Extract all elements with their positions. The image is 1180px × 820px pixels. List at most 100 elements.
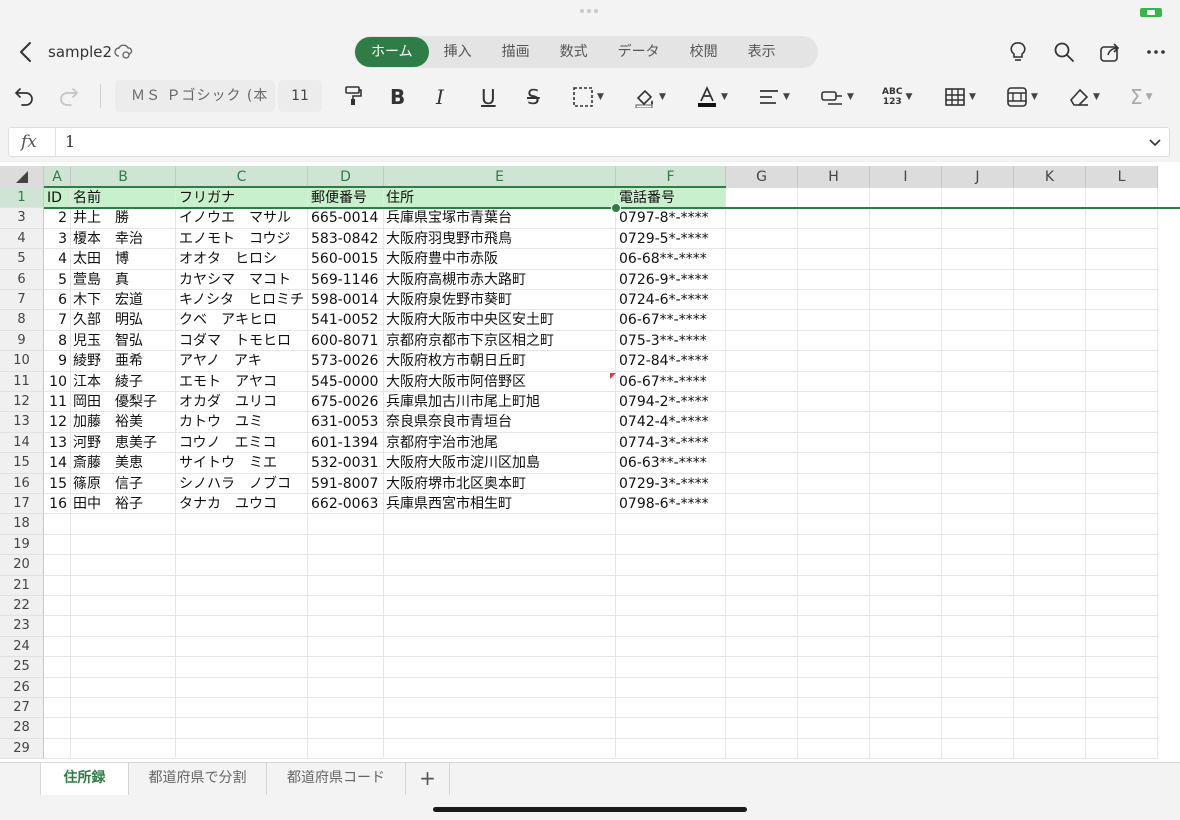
table-cell[interactable]: 6 [44, 290, 71, 311]
column-header-k[interactable]: K [1014, 166, 1086, 188]
table-cell[interactable] [1086, 636, 1158, 658]
table-cell[interactable] [1014, 228, 1086, 250]
table-cell[interactable] [798, 738, 870, 760]
row-header[interactable]: 27 [0, 698, 44, 719]
table-cell[interactable] [942, 392, 1014, 413]
table-cell[interactable]: 0742-4*-**** [616, 412, 726, 433]
cloud-sync-icon[interactable] [114, 42, 134, 62]
table-cell[interactable]: アヤノ アキ [176, 351, 308, 372]
table-cell[interactable]: 兵庫県宝塚市青葉台 [384, 208, 616, 229]
header-cell[interactable] [870, 188, 942, 209]
table-cell[interactable] [870, 473, 942, 494]
column-header-b[interactable]: B [71, 166, 176, 188]
table-cell[interactable]: 15 [44, 473, 71, 494]
table-cell[interactable] [726, 494, 798, 515]
table-cell[interactable] [44, 514, 71, 535]
table-cell[interactable] [1014, 596, 1086, 617]
table-cell[interactable] [176, 596, 308, 617]
format-painter-icon[interactable] [341, 84, 365, 108]
header-cell[interactable]: 電話番号 [616, 188, 726, 209]
table-cell[interactable] [942, 575, 1014, 596]
table-cell[interactable]: 12 [44, 412, 71, 433]
table-cell[interactable] [870, 249, 942, 270]
table-cell[interactable]: 13 [44, 432, 71, 454]
row-header[interactable]: 4 [0, 228, 44, 250]
home-indicator[interactable] [433, 807, 747, 812]
table-cell[interactable] [616, 698, 726, 719]
table-cell[interactable] [870, 494, 942, 515]
table-cell[interactable] [71, 555, 176, 576]
table-cell[interactable]: 奈良県奈良市青垣台 [384, 412, 616, 433]
table-cell[interactable] [176, 718, 308, 739]
table-cell[interactable]: イノウエ マサル [176, 208, 308, 229]
row-header[interactable]: 6 [0, 269, 44, 290]
table-cell[interactable] [726, 677, 798, 698]
expand-chevron-icon[interactable] [1147, 134, 1163, 150]
table-cell[interactable] [942, 555, 1014, 576]
table-cell[interactable] [798, 534, 870, 556]
table-cell[interactable]: 06-67**-**** [616, 310, 726, 331]
table-cell[interactable] [870, 718, 942, 739]
column-header-c[interactable]: C [176, 166, 308, 188]
table-cell[interactable] [308, 677, 384, 698]
table-cell[interactable] [726, 555, 798, 576]
header-cell[interactable] [798, 188, 870, 209]
table-cell[interactable] [942, 534, 1014, 556]
table-cell[interactable] [44, 555, 71, 576]
table-cell[interactable]: 木下 宏道 [71, 290, 176, 311]
table-cell[interactable]: 0798-6*-**** [616, 494, 726, 515]
table-cell[interactable] [870, 677, 942, 698]
redo-icon[interactable] [57, 84, 81, 108]
table-cell[interactable] [616, 616, 726, 637]
row-header[interactable]: 26 [0, 677, 44, 698]
table-cell[interactable] [384, 718, 616, 739]
table-cell[interactable] [1014, 412, 1086, 433]
bold-button[interactable]: B [390, 83, 405, 111]
table-cell[interactable] [726, 657, 798, 678]
table-cell[interactable] [1086, 473, 1158, 494]
table-cell[interactable] [798, 432, 870, 454]
back-chevron-icon[interactable] [14, 40, 38, 64]
table-cell[interactable] [1086, 677, 1158, 698]
table-cell[interactable] [942, 514, 1014, 535]
table-cell[interactable] [870, 616, 942, 637]
table-cell[interactable] [1014, 698, 1086, 719]
table-cell[interactable]: オカダ ユリコ [176, 392, 308, 413]
table-cell[interactable] [1086, 698, 1158, 719]
table-cell[interactable] [1086, 208, 1158, 229]
table-cell[interactable] [44, 616, 71, 637]
table-cell[interactable] [71, 575, 176, 596]
table-cell[interactable]: 8 [44, 330, 71, 352]
table-cell[interactable] [798, 698, 870, 719]
table-cell[interactable] [1014, 392, 1086, 413]
table-cell[interactable] [942, 616, 1014, 637]
table-cell[interactable] [870, 738, 942, 760]
table-cell[interactable]: 591-8007 [308, 473, 384, 494]
table-cell[interactable]: 綾野 亜希 [71, 351, 176, 372]
table-cell[interactable] [1014, 657, 1086, 678]
table-cell[interactable] [726, 616, 798, 637]
table-cell[interactable] [798, 228, 870, 250]
table-cell[interactable] [870, 228, 942, 250]
table-cell[interactable] [942, 351, 1014, 372]
align-button[interactable]: ▼ [758, 83, 790, 111]
table-cell[interactable]: 大阪府大阪市淀川区加島 [384, 453, 616, 474]
table-cell[interactable] [726, 371, 798, 392]
table-cell[interactable]: エノモト コウジ [176, 228, 308, 250]
column-header-l[interactable]: L [1086, 166, 1158, 188]
table-cell[interactable] [1014, 290, 1086, 311]
table-cell[interactable] [1014, 718, 1086, 739]
row-header[interactable]: 11 [0, 371, 44, 392]
table-cell[interactable] [384, 698, 616, 719]
table-cell[interactable] [1014, 453, 1086, 474]
table-cell[interactable] [44, 738, 71, 760]
table-cell[interactable] [308, 555, 384, 576]
table-cell[interactable] [942, 494, 1014, 515]
row-header[interactable]: 29 [0, 738, 44, 760]
column-header-d[interactable]: D [308, 166, 384, 188]
table-cell[interactable] [616, 596, 726, 617]
table-cell[interactable]: 0774-3*-**** [616, 432, 726, 454]
table-cell[interactable]: 江本 綾子 [71, 371, 176, 392]
table-cell[interactable]: 9 [44, 351, 71, 372]
table-cell[interactable] [1086, 555, 1158, 576]
